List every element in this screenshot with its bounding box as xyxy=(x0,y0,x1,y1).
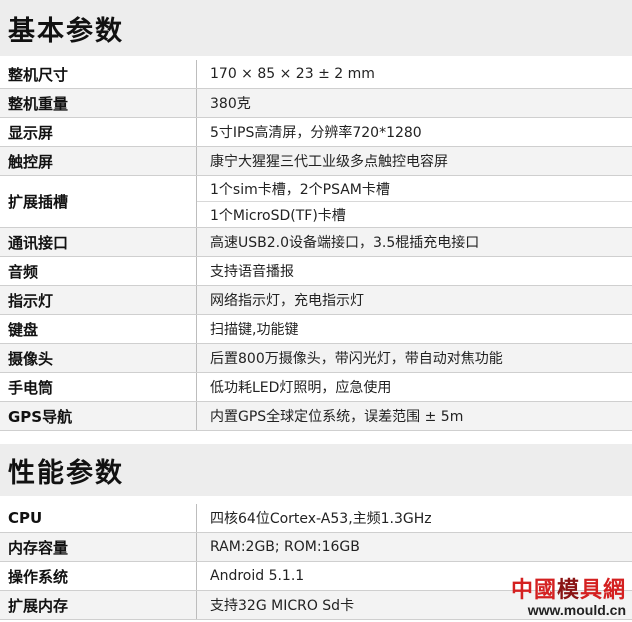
spec-values: 170 × 85 × 23 ± 2 mm xyxy=(197,60,632,88)
spec-values: 1个sim卡槽，2个PSAM卡槽 1个MicroSD(TF)卡槽 xyxy=(197,176,632,227)
spec-values: 低功耗LED灯照明，应急使用 xyxy=(197,373,632,401)
spec-values: 380克 xyxy=(197,89,632,117)
spec-values: 网络指示灯，充电指示灯 xyxy=(197,286,632,314)
spec-label: 手电筒 xyxy=(0,373,197,401)
spec-row: 触控屏 康宁大猩猩三代工业级多点触控电容屏 xyxy=(0,147,632,176)
spec-value: 170 × 85 × 23 ± 2 mm xyxy=(210,66,375,82)
watermark-logo: 中國模具網 www.mould.cn xyxy=(496,578,626,618)
spec-label: 通讯接口 xyxy=(0,228,197,256)
spec-values: RAM:2GB; ROM:16GB xyxy=(197,533,632,561)
spec-label: 触控屏 xyxy=(0,147,197,175)
spec-value: 380克 xyxy=(210,96,251,112)
spec-values: 后置800万摄像头，带闪光灯，带自动对焦功能 xyxy=(197,344,632,372)
spec-row: 指示灯 网络指示灯，充电指示灯 xyxy=(0,286,632,315)
spec-label: 指示灯 xyxy=(0,286,197,314)
watermark-url: www.mould.cn xyxy=(527,602,626,618)
spec-value: 四核64位Cortex-A53,主频1.3GHz xyxy=(210,511,432,527)
spec-row: 手电筒 低功耗LED灯照明，应急使用 xyxy=(0,373,632,402)
spec-value: 低功耗LED灯照明，应急使用 xyxy=(210,380,392,396)
spec-label: 整机重量 xyxy=(0,89,197,117)
spec-values: 支持语音播报 xyxy=(197,257,632,285)
watermark-brand: 中國模具網 xyxy=(496,578,626,602)
spec-value: 网络指示灯，充电指示灯 xyxy=(210,293,364,309)
spec-value: 康宁大猩猩三代工业级多点触控电容屏 xyxy=(210,154,448,170)
spec-row: 内存容量 RAM:2GB; ROM:16GB xyxy=(0,533,632,562)
spec-value: 后置800万摄像头，带闪光灯，带自动对焦功能 xyxy=(210,351,503,367)
spec-values: 四核64位Cortex-A53,主频1.3GHz xyxy=(197,504,632,532)
spec-row: CPU 四核64位Cortex-A53,主频1.3GHz xyxy=(0,504,632,533)
spec-values: 高速USB2.0设备端接口，3.5棍插充电接口 xyxy=(197,228,632,256)
spec-row: GPS导航 内置GPS全球定位系统，误差范围 ± 5m xyxy=(0,402,632,431)
basic-spec-table: 整机尺寸 170 × 85 × 23 ± 2 mm 整机重量 380克 显示屏 5寸IPS… xyxy=(0,60,632,431)
spec-value: RAM:2GB; ROM:16GB xyxy=(210,539,360,555)
spec-label: GPS导航 xyxy=(0,402,197,430)
spec-label: 音频 xyxy=(0,257,197,285)
section-title-performance: 性能参数 xyxy=(0,444,632,496)
spec-label: 显示屏 xyxy=(0,118,197,146)
spec-value: 高速USB2.0设备端接口，3.5棍插充电接口 xyxy=(210,235,480,251)
spec-label: 整机尺寸 xyxy=(0,60,197,88)
spec-row: 摄像头 后置800万摄像头，带闪光灯，带自动对焦功能 xyxy=(0,344,632,373)
spec-value: 1个sim卡槽，2个PSAM卡槽 xyxy=(210,181,390,198)
spec-values: 扫描键,功能键 xyxy=(197,315,632,343)
spec-value: 支持语音播报 xyxy=(210,264,294,280)
spec-values: 康宁大猩猩三代工业级多点触控电容屏 xyxy=(197,147,632,175)
spec-label: 摄像头 xyxy=(0,344,197,372)
spec-values: 5寸IPS高清屏，分辨率720*1280 xyxy=(197,118,632,146)
section-title-basic: 基本参数 xyxy=(0,0,632,56)
spec-label: 扩展插槽 xyxy=(0,176,197,227)
watermark-brand-part: 中國 xyxy=(510,577,557,603)
spec-value: 内置GPS全球定位系统，误差范围 ± 5m xyxy=(210,409,464,425)
spec-row: 整机重量 380克 xyxy=(0,89,632,118)
spec-row: 键盘 扫描键,功能键 xyxy=(0,315,632,344)
spec-row: 通讯接口 高速USB2.0设备端接口，3.5棍插充电接口 xyxy=(0,228,632,257)
watermark-brand-part: 模 xyxy=(556,577,580,603)
spec-value: 扫描键,功能键 xyxy=(210,322,299,338)
spec-value: 5寸IPS高清屏，分辨率720*1280 xyxy=(210,125,422,141)
spec-label: 键盘 xyxy=(0,315,197,343)
spec-label: 扩展内存 xyxy=(0,591,197,619)
spec-row: 整机尺寸 170 × 85 × 23 ± 2 mm xyxy=(0,60,632,89)
spec-value: 1个MicroSD(TF)卡槽 xyxy=(197,201,632,227)
spec-label: CPU xyxy=(0,504,197,532)
spec-row: 音频 支持语音播报 xyxy=(0,257,632,286)
spec-values: 内置GPS全球定位系统，误差范围 ± 5m xyxy=(197,402,632,430)
spec-row: 显示屏 5寸IPS高清屏，分辨率720*1280 xyxy=(0,118,632,147)
spec-row: 扩展插槽 1个sim卡槽，2个PSAM卡槽 1个MicroSD(TF)卡槽 xyxy=(0,176,632,228)
spec-label: 内存容量 xyxy=(0,533,197,561)
watermark-brand-part: 具網 xyxy=(579,577,626,603)
spec-label: 操作系统 xyxy=(0,562,197,590)
